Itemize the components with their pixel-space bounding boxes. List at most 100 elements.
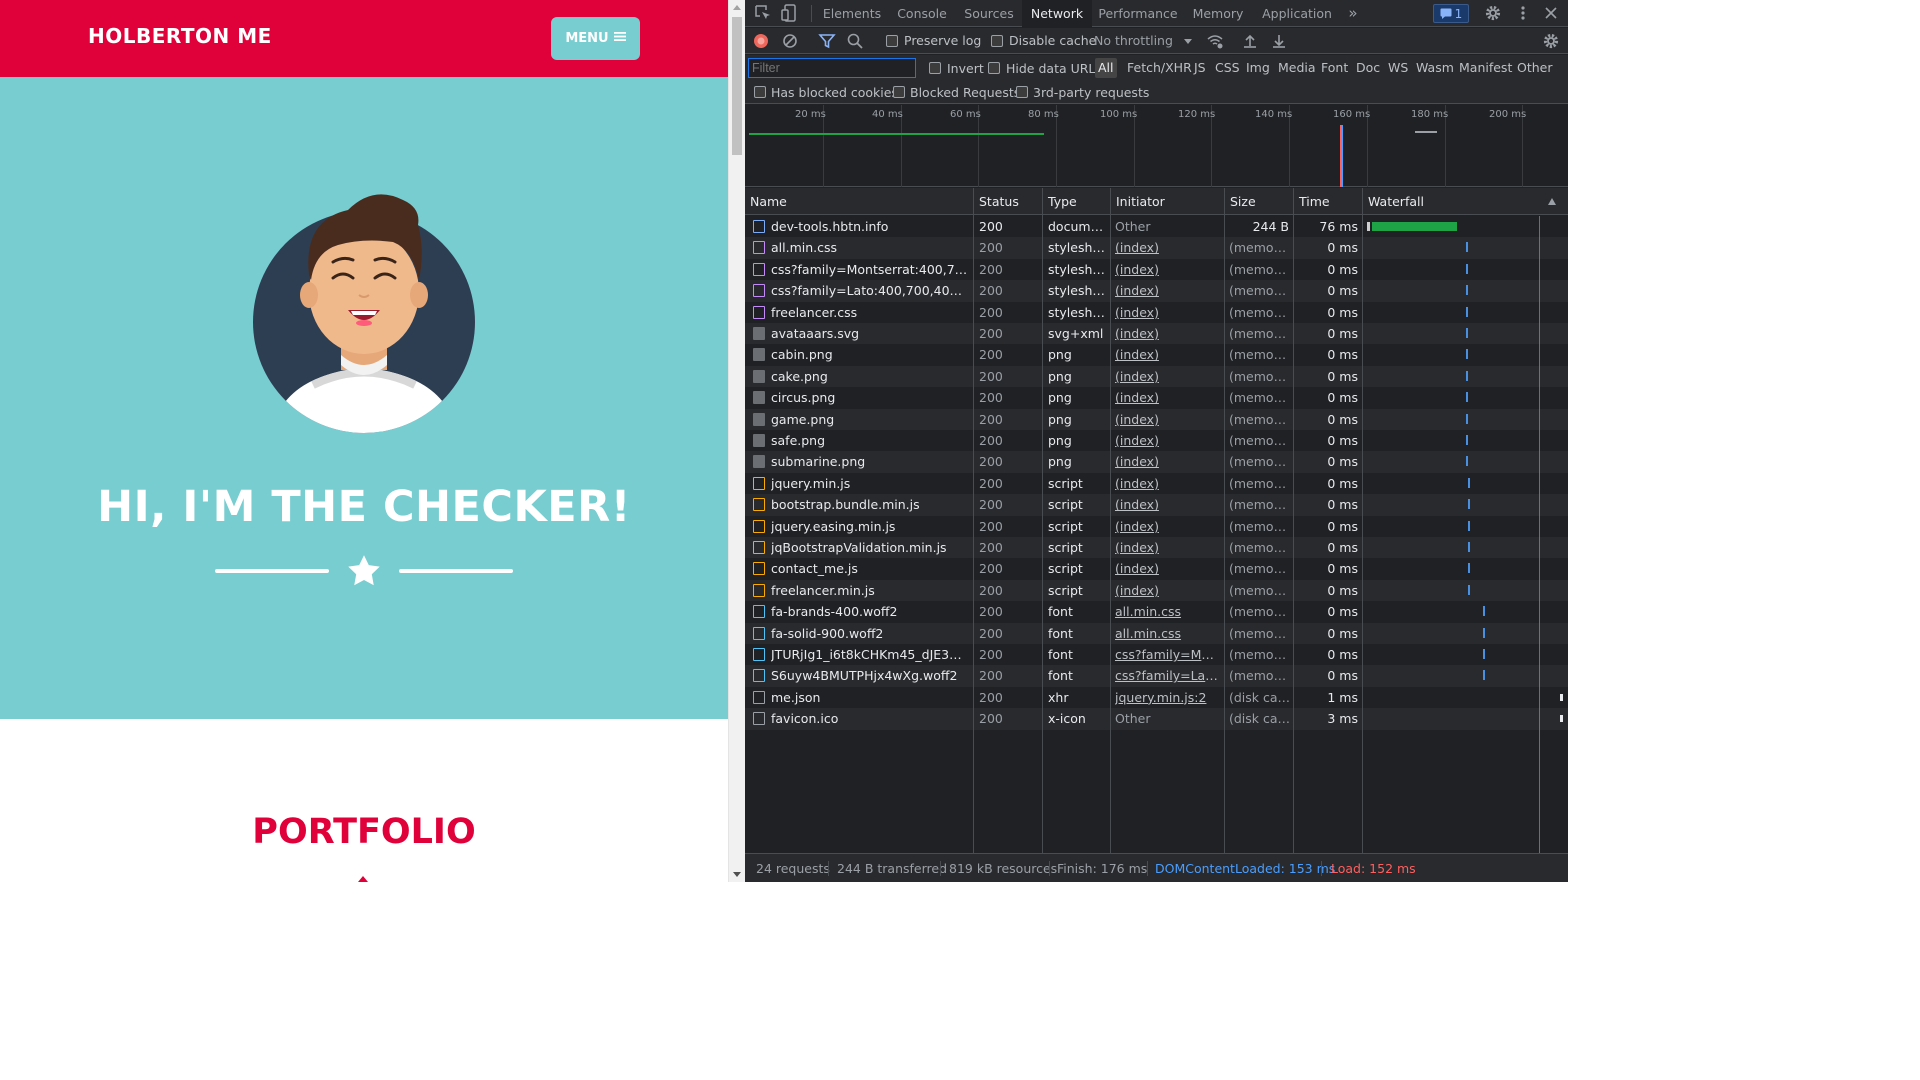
request-row[interactable]: avataaars.svg 200 svg+xml (index) (memory...…: [745, 323, 1568, 345]
request-row[interactable]: S6uyw4BMUTPHjx4wXg.woff2 200 font css?famil…: [745, 665, 1568, 687]
more-options-icon[interactable]: [1513, 3, 1533, 23]
request-initiator[interactable]: (index): [1115, 323, 1221, 344]
column-header-name[interactable]: Name: [745, 188, 787, 215]
settings-gear-icon[interactable]: [1483, 3, 1503, 23]
request-row[interactable]: contact_me.js 200 script (index) (memory... 0…: [745, 558, 1568, 579]
network-conditions-icon[interactable]: [1205, 31, 1225, 51]
blocked-requests-checkbox[interactable]: [893, 86, 905, 98]
export-har-icon[interactable]: [1269, 31, 1289, 51]
column-header-status[interactable]: Status: [974, 188, 1019, 215]
dropdown-arrow-icon[interactable]: [1178, 31, 1198, 51]
request-row[interactable]: safe.png 200 png (index) (memory... 0 ms: [745, 430, 1568, 451]
type-filter-js[interactable]: JS: [1194, 58, 1206, 78]
disable-cache-checkbox[interactable]: [991, 35, 1003, 47]
more-tabs-chevron-icon[interactable]: »: [1343, 0, 1363, 27]
request-initiator[interactable]: (index): [1115, 430, 1221, 451]
brand-logo-link[interactable]: HOLBERTON ME: [88, 24, 272, 48]
column-header-waterfall[interactable]: Waterfall: [1363, 188, 1424, 215]
request-initiator[interactable]: (index): [1115, 494, 1221, 515]
request-initiator[interactable]: (index): [1115, 451, 1221, 472]
column-header-time[interactable]: Time: [1294, 188, 1330, 215]
blocked-cookies-checkbox[interactable]: [754, 86, 766, 98]
request-initiator[interactable]: (index): [1115, 580, 1221, 601]
column-separator[interactable]: [1293, 188, 1294, 853]
clear-icon[interactable]: [780, 31, 800, 51]
request-row[interactable]: cabin.png 200 png (index) (memory... 0 ms: [745, 344, 1568, 365]
request-row[interactable]: bootstrap.bundle.min.js 200 script (index) (…: [745, 494, 1568, 516]
issues-badge[interactable]: 1: [1433, 4, 1469, 23]
network-settings-gear-icon[interactable]: [1541, 31, 1561, 51]
tab-memory[interactable]: Memory: [1189, 0, 1247, 27]
search-icon[interactable]: [845, 31, 865, 51]
tab-sources[interactable]: Sources: [961, 0, 1017, 27]
hide-data-urls-checkbox[interactable]: [988, 62, 1000, 74]
request-row[interactable]: JTURjIg1_i6t8kCHKm45_dJE3gnD_... 200 font c…: [745, 644, 1568, 665]
request-row[interactable]: dev-tools.hbtn.info 200 document Other 244 B…: [745, 216, 1568, 237]
request-initiator[interactable]: all.min.css: [1115, 623, 1221, 644]
request-row[interactable]: submarine.png 200 png (index) (memory... 0 ms: [745, 451, 1568, 473]
type-filter-wasm[interactable]: Wasm: [1416, 58, 1454, 78]
request-row[interactable]: css?family=Montserrat:400,700 200 styleshe…: [745, 259, 1568, 280]
request-initiator[interactable]: (index): [1115, 280, 1221, 301]
request-initiator[interactable]: (index): [1115, 473, 1221, 494]
type-filter-doc[interactable]: Doc: [1356, 58, 1380, 78]
page-scrollbar[interactable]: [728, 0, 745, 882]
sort-ascending-icon[interactable]: [1547, 197, 1557, 206]
request-initiator[interactable]: (index): [1115, 259, 1221, 280]
timeline-overview[interactable]: 20 ms 40 ms 60 ms 80 ms 100 ms 120 ms 14…: [745, 105, 1568, 187]
request-initiator[interactable]: (index): [1115, 516, 1221, 537]
type-filter-font[interactable]: Font: [1321, 58, 1348, 78]
request-row[interactable]: circus.png 200 png (index) (memory... 0 ms: [745, 387, 1568, 408]
type-filter-other[interactable]: Other: [1517, 58, 1553, 78]
request-initiator[interactable]: (index): [1115, 237, 1221, 258]
request-row[interactable]: css?family=Lato:400,700,400italic,7... 20…: [745, 280, 1568, 302]
tab-elements[interactable]: Elements: [821, 0, 883, 27]
menu-button[interactable]: MENU: [551, 17, 640, 60]
request-row[interactable]: game.png 200 png (index) (memory... 0 ms: [745, 408, 1568, 430]
type-filter-manifest[interactable]: Manifest: [1459, 58, 1512, 78]
request-row[interactable]: jquery.min.js 200 script (index) (memory... 0…: [745, 473, 1568, 494]
request-initiator[interactable]: (index): [1115, 409, 1221, 430]
scroll-up-arrow-icon[interactable]: [733, 5, 741, 10]
column-separator[interactable]: [973, 188, 974, 853]
scroll-down-arrow-icon[interactable]: [733, 872, 741, 877]
page-scrollbar-thumb[interactable]: [732, 17, 742, 155]
column-separator[interactable]: [1110, 188, 1111, 853]
tab-application[interactable]: Application: [1257, 0, 1337, 27]
record-stop-icon[interactable]: [751, 31, 771, 51]
request-initiator[interactable]: (index): [1115, 558, 1221, 579]
request-row[interactable]: fa-brands-400.woff2 200 font all.min.css (me…: [745, 601, 1568, 622]
column-separator[interactable]: [1042, 188, 1043, 853]
third-party-checkbox[interactable]: [1016, 86, 1028, 98]
device-toolbar-icon[interactable]: [780, 3, 800, 23]
type-filter-fetch-xhr[interactable]: Fetch/XHR: [1127, 58, 1192, 78]
request-row[interactable]: freelancer.min.js 200 script (index) (memory…: [745, 579, 1568, 602]
tab-network[interactable]: Network: [1022, 0, 1092, 27]
request-initiator[interactable]: (index): [1115, 344, 1221, 365]
request-initiator[interactable]: (index): [1115, 302, 1221, 323]
request-initiator[interactable]: (index): [1115, 366, 1221, 387]
type-filter-css[interactable]: CSS: [1215, 58, 1240, 78]
column-separator[interactable]: [1224, 188, 1225, 853]
type-filter-all[interactable]: All: [1095, 58, 1117, 78]
type-filter-media[interactable]: Media: [1278, 58, 1316, 78]
request-row[interactable]: freelancer.css 200 stylesheet (index) (memor…: [745, 302, 1568, 323]
close-devtools-icon[interactable]: [1541, 3, 1561, 23]
tab-console[interactable]: Console: [893, 0, 951, 27]
request-row[interactable]: fa-solid-900.woff2 200 font all.min.css (mem…: [745, 622, 1568, 644]
column-separator[interactable]: [1362, 188, 1363, 853]
column-header-initiator[interactable]: Initiator: [1111, 188, 1165, 215]
request-row[interactable]: jquery.easing.min.js 200 script (index) (mem…: [745, 516, 1568, 537]
request-initiator[interactable]: jquery.min.js:2: [1115, 687, 1221, 708]
type-filter-img[interactable]: Img: [1246, 58, 1270, 78]
request-row[interactable]: all.min.css 200 stylesheet (index) (memory..…: [745, 237, 1568, 259]
column-header-size[interactable]: Size: [1225, 188, 1256, 215]
import-har-icon[interactable]: [1240, 31, 1260, 51]
invert-checkbox[interactable]: [929, 62, 941, 74]
throttling-select[interactable]: No throttling: [1094, 33, 1173, 48]
filter-funnel-icon[interactable]: [817, 31, 837, 51]
request-row[interactable]: jqBootstrapValidation.min.js 200 script (in…: [745, 537, 1568, 559]
type-filter-ws[interactable]: WS: [1388, 58, 1408, 78]
tab-performance[interactable]: Performance: [1097, 0, 1179, 27]
request-initiator[interactable]: (index): [1115, 537, 1221, 558]
